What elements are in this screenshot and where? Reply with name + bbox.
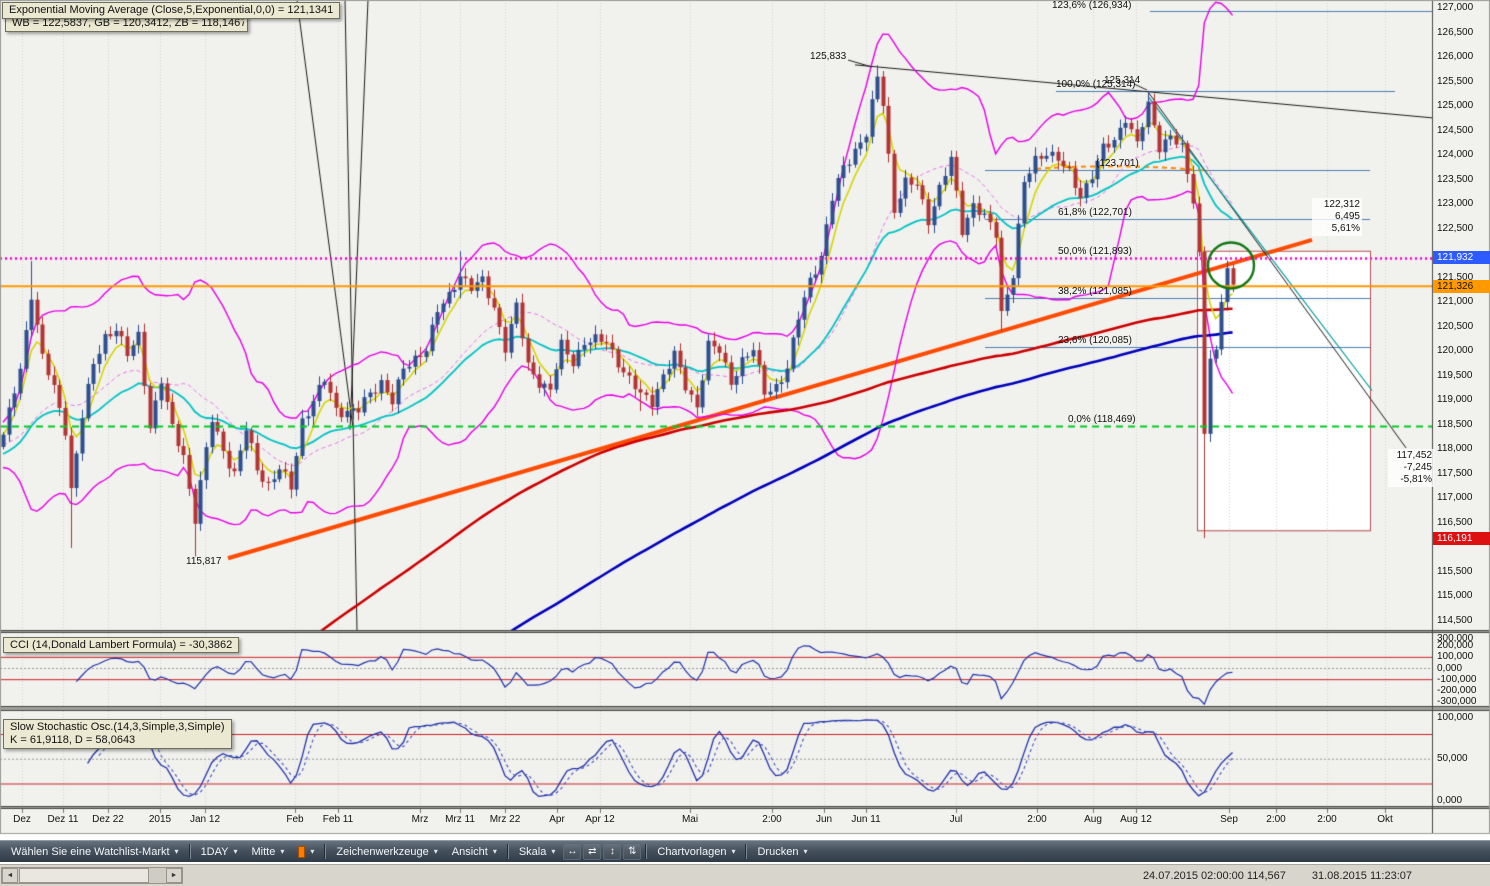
toolbar-separator xyxy=(189,844,191,859)
status-bar: ◄ ► 24.07.2015 02:00:00 114,567 31.08.20… xyxy=(0,864,1490,886)
compress-vertical-icon: ⇅ xyxy=(628,846,636,857)
status-current-time: 31.08.2015 11:23:07 xyxy=(1312,870,1412,882)
drawing-tools-label: Zeichenwerkzeuge xyxy=(336,846,428,858)
position-label: Mitte xyxy=(252,846,276,858)
period-label: 1DAY xyxy=(201,846,229,858)
chevron-down-icon: ▾ xyxy=(731,848,735,856)
toolbar-separator xyxy=(507,844,509,859)
toolbar-separator xyxy=(645,844,647,859)
position-select[interactable]: Mitte ▾ xyxy=(245,843,292,861)
scale-menu[interactable]: Skala ▾ xyxy=(512,843,563,861)
chart-style-select[interactable]: ▾ xyxy=(291,843,321,861)
scrollbar-thumb[interactable] xyxy=(19,868,149,883)
scroll-right-button[interactable]: ► xyxy=(166,868,182,883)
period-select[interactable]: 1DAY ▾ xyxy=(194,843,245,861)
trading-chart-app: WB = 122,5837, GB = 120,3412, ZB = 118,1… xyxy=(0,0,1490,886)
expand-horizontal-icon: ↔ xyxy=(567,846,577,857)
candlestick-style-icon xyxy=(298,846,305,858)
arrow-left-icon: ◄ xyxy=(7,872,14,879)
view-label: Ansicht xyxy=(452,846,488,858)
chevron-down-icon: ▾ xyxy=(434,848,438,856)
chevron-down-icon: ▾ xyxy=(310,848,314,856)
print-label: Drucken xyxy=(757,846,798,858)
print-menu[interactable]: Drucken ▾ xyxy=(750,843,814,861)
scale-compress-horizontal-button[interactable]: ⇄ xyxy=(583,843,601,860)
chart-canvas[interactable] xyxy=(0,0,1490,836)
scroll-left-button[interactable]: ◄ xyxy=(2,868,18,883)
toolbar-separator xyxy=(745,844,747,859)
chevron-down-icon: ▾ xyxy=(175,848,179,856)
horizontal-scrollbar[interactable]: ◄ ► xyxy=(1,867,183,884)
scale-compress-vertical-button[interactable]: ⇅ xyxy=(623,843,641,860)
chevron-down-icon: ▾ xyxy=(803,848,807,856)
chevron-down-icon: ▾ xyxy=(493,848,497,856)
chevron-down-icon: ▾ xyxy=(233,848,237,856)
drawing-tools-menu[interactable]: Zeichenwerkzeuge ▾ xyxy=(329,843,444,861)
view-menu[interactable]: Ansicht ▾ xyxy=(445,843,504,861)
chevron-down-icon: ▾ xyxy=(280,848,284,856)
chart-templates-menu[interactable]: Chartvorlagen ▾ xyxy=(650,843,742,861)
status-times: 24.07.2015 02:00:00 114,567 31.08.2015 1… xyxy=(1143,870,1490,882)
chevron-down-icon: ▾ xyxy=(551,848,555,856)
chart-templates-label: Chartvorlagen xyxy=(657,846,726,858)
expand-vertical-icon: ↕ xyxy=(610,846,615,857)
arrow-right-icon: ► xyxy=(171,872,178,879)
scrollbar-track[interactable] xyxy=(18,868,166,883)
watchlist-market-label: Wählen Sie eine Watchlist-Markt xyxy=(11,846,170,858)
watchlist-market-select[interactable]: Wählen Sie eine Watchlist-Markt ▾ xyxy=(4,843,186,861)
scale-label: Skala xyxy=(519,846,547,858)
scale-expand-horizontal-button[interactable]: ↔ xyxy=(563,843,581,860)
compress-horizontal-icon: ⇄ xyxy=(588,846,596,857)
toolbar-separator xyxy=(324,844,326,859)
scale-expand-vertical-button[interactable]: ↕ xyxy=(603,843,621,860)
status-start-time: 24.07.2015 02:00:00 114,567 xyxy=(1143,870,1286,882)
chart-toolbar: Wählen Sie eine Watchlist-Markt ▾ 1DAY ▾… xyxy=(0,840,1490,862)
